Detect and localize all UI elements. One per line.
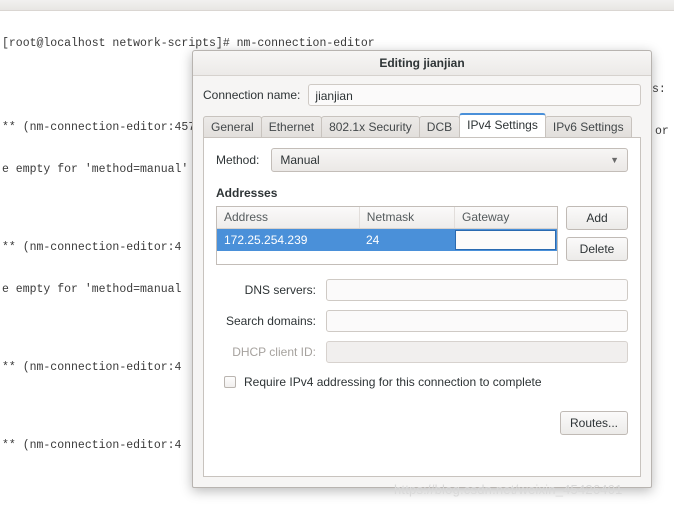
search-domains-input[interactable] [326,310,628,332]
dhcp-client-id-label: DHCP client ID: [232,345,316,359]
addresses-heading: Addresses [216,186,278,200]
column-header-netmask[interactable]: Netmask [360,207,455,228]
method-dropdown[interactable]: Manual ▼ [271,148,628,172]
column-header-address[interactable]: Address [217,207,360,228]
dhcp-client-id-input [326,341,628,363]
terminal-right-fragment-1: s: [652,83,673,96]
add-address-button[interactable]: Add [566,206,628,230]
method-row: Method: Manual ▼ [216,148,628,172]
column-header-gateway[interactable]: Gateway [455,207,557,228]
tab-dcb[interactable]: DCB [418,116,461,137]
dns-servers-row: DNS servers: [216,279,628,301]
method-value: Manual [280,153,320,167]
connection-name-input[interactable]: jianjian [308,84,641,106]
connection-name-row: Connection name: jianjian [193,76,651,112]
search-domains-label: Search domains: [225,314,316,328]
watermark: https://blog.csdn.net/weixin_45426401 [394,482,623,497]
editing-connection-dialog: Editing jianjian Connection name: jianji… [192,50,652,488]
routes-button[interactable]: Routes... [560,411,628,435]
require-ipv4-label: Require IPv4 addressing for this connect… [244,375,542,389]
search-domains-row: Search domains: [216,310,628,332]
settings-tabs: General Ethernet 802.1x Security DCB IPv… [193,113,651,137]
dialog-title: Editing jianjian [379,56,465,70]
addresses-table[interactable]: Address Netmask Gateway 172.25.254.239 2… [216,206,558,265]
method-label: Method: [216,153,260,167]
cell-gateway-input[interactable] [454,230,557,250]
chevron-down-icon: ▼ [610,155,619,165]
tab-general[interactable]: General [203,116,262,137]
tab-802-1x-security[interactable]: 802.1x Security [321,116,420,137]
connection-name-label: Connection name: [203,88,301,102]
ipv4-settings-panel: Method: Manual ▼ Addresses Address Netma… [203,137,641,477]
dns-servers-input[interactable] [326,279,628,301]
tab-ethernet[interactable]: Ethernet [260,116,323,137]
dialog-titlebar[interactable]: Editing jianjian [193,51,651,76]
terminal-right-fragment-2: or [655,125,669,138]
routes-row: Routes... [216,411,628,435]
cell-address[interactable]: 172.25.254.239 [217,229,359,251]
require-ipv4-row[interactable]: Require IPv4 addressing for this connect… [224,375,628,389]
require-ipv4-checkbox[interactable] [224,376,236,388]
tab-ipv6-settings[interactable]: IPv6 Settings [544,116,632,137]
dns-servers-label: DNS servers: [244,283,316,297]
table-row-empty[interactable] [217,251,557,264]
tab-ipv4-settings[interactable]: IPv4 Settings [459,113,546,137]
addresses-table-header: Address Netmask Gateway [217,207,557,229]
addresses-area: Address Netmask Gateway 172.25.254.239 2… [216,206,628,265]
table-row[interactable]: 172.25.254.239 24 [217,229,557,251]
dhcp-client-id-row: DHCP client ID: [216,341,628,363]
cell-netmask[interactable]: 24 [359,229,454,251]
delete-address-button[interactable]: Delete [566,237,628,261]
